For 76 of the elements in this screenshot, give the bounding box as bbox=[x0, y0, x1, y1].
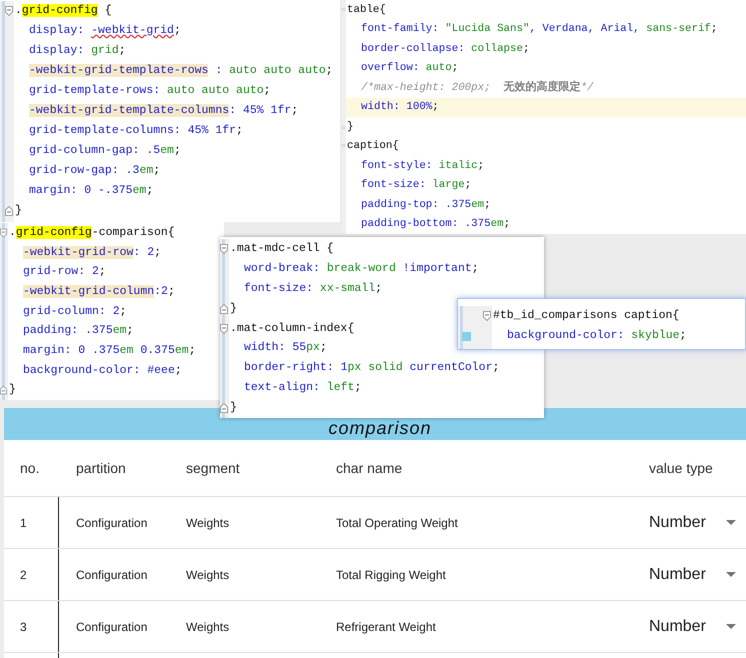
value-type-dropdown[interactable]: Number bbox=[649, 510, 736, 534]
code-line: } bbox=[9, 382, 16, 398]
fold-icon[interactable] bbox=[483, 311, 491, 321]
code-line: display: -webkit-grid; bbox=[29, 23, 181, 39]
table-cell-text: Configuration bbox=[76, 514, 148, 532]
code-line: margin: 0 -.375em; bbox=[29, 183, 154, 199]
code-line: -webkit-grid-row: 2; bbox=[23, 244, 162, 260]
table-caption: comparison bbox=[327, 417, 432, 440]
code-line: border-right: 1px solid currentColor; bbox=[244, 360, 500, 376]
code-line: font-size: large; bbox=[361, 178, 472, 194]
table-cell-text: Total Operating Weight bbox=[336, 514, 458, 532]
code-line: grid-template-rows: auto auto auto; bbox=[29, 83, 271, 99]
code-line: .mat-column-index{ bbox=[230, 320, 354, 336]
value-type-dropdown[interactable]: Number bbox=[649, 614, 736, 638]
code-line: table{ bbox=[347, 2, 386, 18]
code-line: font-style: italic; bbox=[361, 158, 484, 174]
code-line: padding-top: .375em; bbox=[361, 198, 491, 213]
code-line: .grid-config { bbox=[15, 3, 112, 19]
table-cell-text: Weights bbox=[186, 514, 230, 532]
table-cell-text: 3 bbox=[20, 618, 27, 636]
column-header: value type bbox=[649, 460, 713, 476]
code-line: word-break: break-word !important; bbox=[244, 260, 479, 277]
code-line: padding: .375em; bbox=[23, 323, 134, 340]
table-cell-text: Total Rigging Weight bbox=[336, 566, 446, 584]
code-line: width: 100%; bbox=[361, 100, 439, 116]
fold-icon[interactable] bbox=[0, 228, 7, 238]
value-type-dropdown[interactable]: Number bbox=[649, 562, 736, 586]
code-line: -webkit-grid-template-rows : auto auto auto; bbox=[29, 63, 333, 79]
fold-end-icon[interactable] bbox=[0, 385, 7, 396]
code-line: caption{ bbox=[347, 139, 399, 154]
code-line: padding-bottom: .375em; bbox=[361, 217, 510, 232]
table-cell-text: Configuration bbox=[76, 618, 148, 636]
code-line: font-family: "Lucida Sans", Verdana, Arial, sans-serif; bbox=[361, 22, 718, 38]
column-header: char name bbox=[336, 460, 402, 476]
code-line: margin: 0 .375em 0.375em; bbox=[23, 342, 196, 359]
table-cell-text: Configuration bbox=[76, 566, 148, 584]
code-line: grid-template-columns: 45% 1fr; bbox=[29, 123, 243, 139]
fold-icon[interactable] bbox=[220, 324, 228, 334]
code-line: text-align: left; bbox=[244, 380, 362, 396]
code-line: /*max-height: 200px; 无效的高度限定*/ bbox=[361, 79, 594, 96]
column-header: segment bbox=[186, 460, 240, 476]
code-line: display: grid; bbox=[29, 43, 126, 59]
code-line: } bbox=[230, 400, 237, 416]
code-line: } bbox=[230, 300, 237, 317]
fold-icon[interactable] bbox=[5, 6, 13, 16]
code-line: #tb_id_comparisons caption{ bbox=[493, 308, 680, 324]
code-line: .mat-mdc-cell { bbox=[230, 240, 334, 257]
code-line: -webkit-grid-column:2; bbox=[23, 284, 175, 300]
caret-icon bbox=[726, 520, 736, 525]
fold-end-icon[interactable] bbox=[5, 206, 13, 216]
column-header: no. bbox=[20, 460, 40, 476]
fold-end-icon[interactable] bbox=[220, 403, 228, 414]
column-header: partition bbox=[76, 460, 126, 476]
code-line: grid-column-gap: .5em; bbox=[29, 143, 181, 159]
code-line: -webkit-grid-template-columns: 45% 1fr; bbox=[29, 103, 298, 119]
fold-end-icon[interactable] bbox=[220, 304, 228, 314]
caret-icon bbox=[726, 572, 736, 577]
code-line: border-collapse: collapse; bbox=[361, 42, 530, 57]
code-line: grid-column: 2; bbox=[23, 304, 127, 320]
code-line: } bbox=[15, 203, 22, 219]
code-line: background-color: #eee; bbox=[23, 362, 182, 379]
caret-icon bbox=[726, 624, 736, 629]
code-line: font-size: xx-small; bbox=[244, 280, 382, 297]
code-line: width: 55px; bbox=[244, 340, 327, 356]
fold-icon[interactable] bbox=[220, 244, 228, 254]
table-cell-text: 1 bbox=[20, 514, 27, 532]
code-line: grid-row-gap: .3em; bbox=[29, 163, 160, 179]
code-line: .grid-config-comparison{ bbox=[9, 224, 175, 241]
code-line: grid-row: 2; bbox=[23, 264, 106, 280]
code-line: } bbox=[347, 120, 354, 135]
code-line: background-color: skyblue; bbox=[507, 328, 686, 344]
table-cell-text: 2 bbox=[20, 566, 27, 584]
table-cell-text: Weights bbox=[186, 566, 230, 584]
table-cell-text: Weights bbox=[186, 618, 230, 636]
code-line: overflow: auto; bbox=[361, 61, 458, 76]
table-cell-text: Refrigerant Weight bbox=[336, 618, 436, 636]
